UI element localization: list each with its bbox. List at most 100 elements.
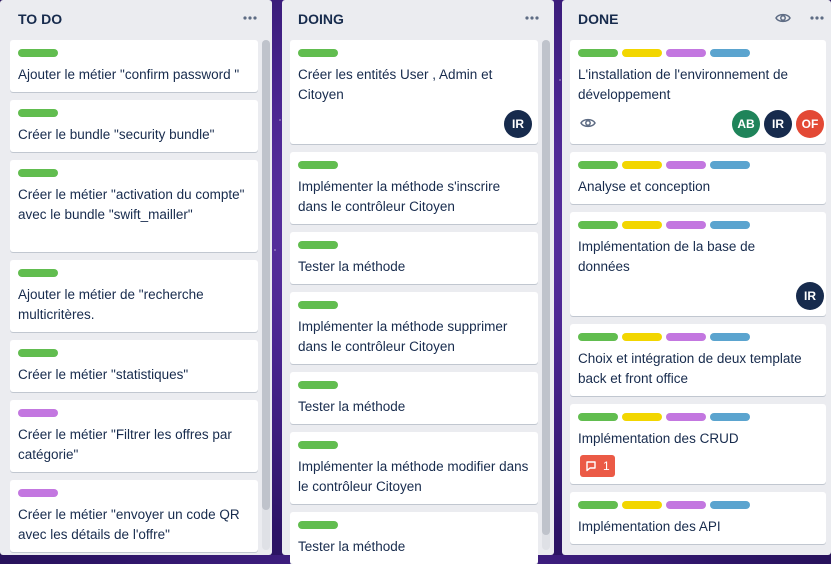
- label-purple[interactable]: [666, 49, 706, 57]
- label-purple[interactable]: [666, 413, 706, 421]
- label-purple[interactable]: [666, 221, 706, 229]
- label-green[interactable]: [578, 333, 618, 341]
- card[interactable]: Créer les entités User , Admin et Citoye…: [290, 40, 538, 144]
- card[interactable]: Choix et intégration de deux template ba…: [570, 324, 826, 396]
- label-yellow[interactable]: [622, 501, 662, 509]
- label-yellow[interactable]: [622, 333, 662, 341]
- card-title: Créer le métier "envoyer un code QR avec…: [18, 507, 240, 542]
- list-todo: TO DO Ajouter le métier "confirm passwor…: [0, 0, 272, 555]
- eye-icon: [580, 116, 596, 132]
- label-green[interactable]: [298, 301, 338, 309]
- label-green[interactable]: [18, 169, 58, 177]
- label-green[interactable]: [18, 49, 58, 57]
- card-title: Implémenter la méthode supprimer dans le…: [298, 319, 508, 354]
- avatar[interactable]: AB: [732, 110, 760, 138]
- list-header: DONE: [562, 0, 831, 38]
- list-title[interactable]: DOING: [298, 11, 344, 27]
- list-header: DOING: [282, 0, 554, 38]
- list-title[interactable]: DONE: [578, 11, 618, 27]
- list-title[interactable]: TO DO: [18, 11, 62, 27]
- avatar[interactable]: IR: [796, 282, 824, 310]
- scrollbar-thumb[interactable]: [262, 40, 270, 510]
- label-green[interactable]: [578, 413, 618, 421]
- label-green[interactable]: [298, 49, 338, 57]
- card-title: Tester la méthode: [298, 539, 406, 554]
- card[interactable]: Créer le métier "activation du compte" a…: [10, 160, 258, 252]
- card-title: Tester la méthode: [298, 399, 406, 414]
- label-green[interactable]: [298, 521, 338, 529]
- label-purple[interactable]: [18, 489, 58, 497]
- comment-icon: [585, 460, 597, 472]
- label-green[interactable]: [578, 501, 618, 509]
- card[interactable]: Implémentation des API: [570, 492, 826, 544]
- card-title: L'installation de l'environnement de dév…: [578, 67, 789, 102]
- label-green[interactable]: [298, 381, 338, 389]
- card[interactable]: L'installation de l'environnement de dév…: [570, 40, 826, 144]
- card-title: Ajouter le métier "confirm password ": [18, 67, 240, 82]
- card-title: Créer le métier "activation du compte" a…: [18, 187, 245, 222]
- more-icon[interactable]: [522, 8, 542, 28]
- list-scrollbar[interactable]: [542, 40, 550, 550]
- card[interactable]: Implémentation de la base de données IR: [570, 212, 826, 316]
- label-green[interactable]: [578, 161, 618, 169]
- card-title: Créer le bundle "security bundle": [18, 127, 215, 142]
- label-green[interactable]: [298, 241, 338, 249]
- label-yellow[interactable]: [622, 413, 662, 421]
- label-yellow[interactable]: [622, 221, 662, 229]
- card-title: Implémentation des API: [578, 519, 721, 534]
- label-green[interactable]: [578, 221, 618, 229]
- label-green[interactable]: [18, 349, 58, 357]
- label-blue[interactable]: [710, 501, 750, 509]
- label-purple[interactable]: [666, 333, 706, 341]
- card-title: Implémentation des CRUD: [578, 431, 739, 446]
- card[interactable]: Analyse et conception: [570, 152, 826, 204]
- label-yellow[interactable]: [622, 161, 662, 169]
- card-title: Ajouter le métier de "recherche multicri…: [18, 287, 204, 322]
- label-blue[interactable]: [710, 333, 750, 341]
- label-purple[interactable]: [18, 409, 58, 417]
- label-green[interactable]: [578, 49, 618, 57]
- card[interactable]: Implémenter la méthode modifier dans le …: [290, 432, 538, 504]
- label-purple[interactable]: [666, 161, 706, 169]
- card[interactable]: Ajouter le métier de "recherche multicri…: [10, 260, 258, 332]
- label-blue[interactable]: [710, 49, 750, 57]
- comment-count: 1: [603, 459, 610, 473]
- label-green[interactable]: [18, 109, 58, 117]
- avatar[interactable]: OF: [796, 110, 824, 138]
- eye-icon[interactable]: [773, 8, 793, 28]
- card[interactable]: Implémenter la méthode supprimer dans le…: [290, 292, 538, 364]
- comment-badge[interactable]: 1: [580, 455, 615, 477]
- label-green[interactable]: [298, 441, 338, 449]
- label-green[interactable]: [298, 161, 338, 169]
- label-blue[interactable]: [710, 161, 750, 169]
- label-green[interactable]: [18, 269, 58, 277]
- card-title: Analyse et conception: [578, 179, 711, 194]
- card-title: Implémenter la méthode s'inscrire dans l…: [298, 179, 501, 214]
- card[interactable]: Créer le métier "statistiques": [10, 340, 258, 392]
- list-doing: DOING Créer les entités User , Admin et …: [282, 0, 554, 564]
- card-title: Implémentation de la base de données: [578, 239, 756, 274]
- more-icon[interactable]: [807, 8, 827, 28]
- card-title: Créer le métier "statistiques": [18, 367, 189, 382]
- label-blue[interactable]: [710, 413, 750, 421]
- card[interactable]: Tester la méthode: [290, 512, 538, 564]
- more-icon[interactable]: [240, 8, 260, 28]
- list-header: TO DO: [0, 0, 272, 38]
- card[interactable]: Créer le métier "envoyer un code QR avec…: [10, 480, 258, 552]
- list-done: DONE L'installation de l'environnement d…: [562, 0, 831, 555]
- label-yellow[interactable]: [622, 49, 662, 57]
- card[interactable]: Implémentation des CRUD 1: [570, 404, 826, 484]
- card[interactable]: Tester la méthode: [290, 232, 538, 284]
- list-scrollbar[interactable]: [262, 40, 270, 550]
- card[interactable]: Implémenter la méthode s'inscrire dans l…: [290, 152, 538, 224]
- label-purple[interactable]: [666, 501, 706, 509]
- card[interactable]: Créer le bundle "security bundle": [10, 100, 258, 152]
- card[interactable]: Tester la méthode: [290, 372, 538, 424]
- card[interactable]: Créer le métier "Filtrer les offres par …: [10, 400, 258, 472]
- card-title: Implémenter la méthode modifier dans le …: [298, 459, 529, 494]
- avatar[interactable]: IR: [764, 110, 792, 138]
- label-blue[interactable]: [710, 221, 750, 229]
- card[interactable]: Ajouter le métier "confirm password ": [10, 40, 258, 92]
- scrollbar-thumb[interactable]: [542, 40, 550, 535]
- avatar[interactable]: IR: [504, 110, 532, 138]
